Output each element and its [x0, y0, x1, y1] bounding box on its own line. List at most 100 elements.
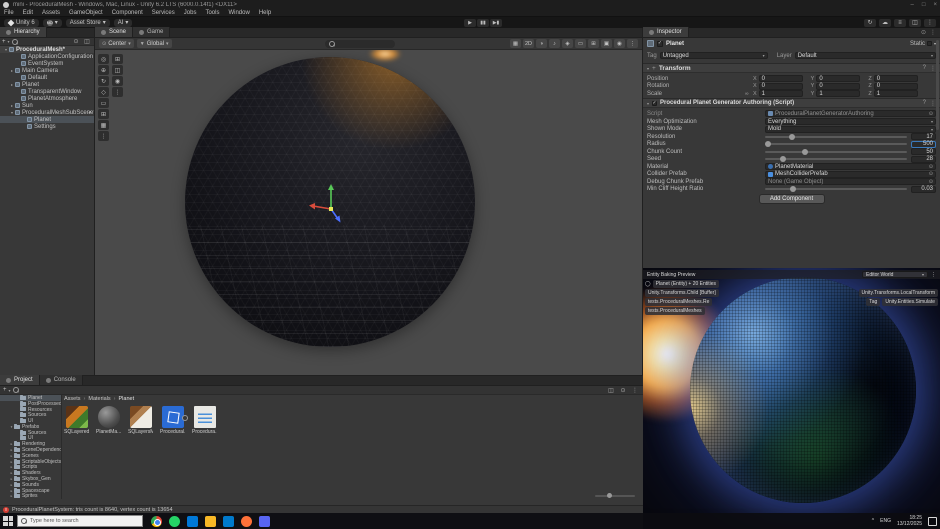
- object-picker-icon[interactable]: ⊙: [929, 164, 933, 170]
- menu-item[interactable]: Edit: [23, 10, 33, 16]
- view-tool[interactable]: ◎: [98, 54, 109, 64]
- position-y-field[interactable]: 0: [816, 75, 860, 82]
- breadcrumb-item[interactable]: Planet: [119, 396, 135, 402]
- language-indicator[interactable]: ENG: [880, 518, 891, 524]
- transform-tool[interactable]: ⊞: [98, 109, 109, 119]
- transform-header[interactable]: ▾ + Transform ? ⋮: [643, 63, 940, 73]
- thumbnail-size-slider[interactable]: [595, 495, 635, 497]
- position-x-field[interactable]: 0: [759, 75, 803, 82]
- resolution-slider[interactable]: [765, 136, 907, 138]
- custom-tool[interactable]: ▦: [98, 120, 109, 130]
- hierarchy-row[interactable]: ▾ ProceduralMesh*: [0, 46, 94, 53]
- rect-tool[interactable]: ▭: [98, 98, 109, 108]
- menu-item[interactable]: Help: [259, 10, 271, 16]
- scale-link-icon[interactable]: ∞: [745, 91, 753, 97]
- orient-gizmo[interactable]: ◉: [112, 76, 123, 86]
- material-object-field[interactable]: PlanetMaterial ⊙: [765, 163, 936, 170]
- lock-icon[interactable]: ⊙: [921, 29, 926, 36]
- scene-viewport[interactable]: ◎⊕↻◇▭⊞▦⋮ ⊞◫◉⋮: [95, 50, 642, 375]
- Procedura...[interactable]: Procedura...: [192, 406, 217, 452]
- play-button[interactable]: ▶: [464, 19, 476, 27]
- hierarchy-row[interactable]: Default: [0, 74, 94, 81]
- debug-chunk-prefab-field[interactable]: None (Game Object) ⊙: [765, 178, 936, 185]
- create-asset-button[interactable]: +: [3, 387, 7, 393]
- SQLayered...[interactable]: SQLayered...: [64, 406, 89, 452]
- hierarchy-row[interactable]: ▸ Main Camera: [0, 67, 94, 74]
- step-button[interactable]: ▶▮: [490, 19, 502, 27]
- menu-item[interactable]: Assets: [42, 10, 60, 16]
- radius-value[interactable]: 500: [911, 141, 936, 148]
- grid-snap-toggle[interactable]: ⊞: [112, 54, 123, 64]
- scene-visibility-icon[interactable]: ⊙: [71, 38, 81, 46]
- active-checkbox[interactable]: ✓: [657, 41, 663, 47]
- firefox-icon[interactable]: [241, 516, 252, 527]
- maximize-button[interactable]: □: [922, 2, 926, 8]
- rotation-x-field[interactable]: 0: [759, 83, 803, 90]
- hierarchy-row[interactable]: PlanetAtmosphere: [0, 95, 94, 102]
- hierarchy-row[interactable]: ▾ ProceduralMeshSubScene* ✓: [0, 109, 94, 116]
- hierarchy-row[interactable]: ▸ Sun: [0, 102, 94, 109]
- audio-toggle[interactable]: ♪: [549, 39, 560, 48]
- component-pill[interactable]: tests.ProceduralMeshes.Re: [645, 298, 712, 306]
- static-dropdown[interactable]: Static▾: [910, 41, 936, 47]
- seed-slider[interactable]: [765, 158, 907, 160]
- entity-preview-more-icon[interactable]: ⋮: [931, 272, 936, 278]
- add-component-button[interactable]: Add Component: [759, 194, 825, 204]
- layout-icon[interactable]: ◫: [909, 19, 921, 27]
- vscode-icon[interactable]: [223, 516, 234, 527]
- close-button[interactable]: ×: [933, 2, 937, 8]
- tab-project[interactable]: Project: [0, 375, 40, 385]
- inspector-scrollbar[interactable]: [936, 40, 939, 130]
- rotation-y-field[interactable]: 0: [816, 83, 860, 90]
- prefab-isolation-icon[interactable]: ◫: [82, 38, 92, 46]
- hidden-objects-toggle[interactable]: ▭: [575, 39, 586, 48]
- PlanetMa...[interactable]: PlanetMa...: [96, 406, 121, 452]
- pivot-dropdown[interactable]: ⊙Center▾: [99, 39, 134, 48]
- min-cliff-slider[interactable]: [765, 188, 907, 190]
- position-z-field[interactable]: 0: [874, 75, 918, 82]
- hierarchy-row[interactable]: ApplicationConfiguration: [0, 53, 94, 60]
- orientation-dropdown[interactable]: ▼Global▾: [137, 39, 172, 48]
- ai-dropdown[interactable]: AI▾: [114, 19, 133, 27]
- menu-item[interactable]: Services: [152, 10, 175, 16]
- object-name[interactable]: Planet: [666, 41, 684, 47]
- tab-console[interactable]: Console: [40, 375, 83, 385]
- radius-slider[interactable]: [765, 143, 907, 145]
- component-pill[interactable]: Unity.Entities.Simulate: [882, 298, 938, 306]
- grid-visibility-toggle[interactable]: ⊞: [588, 39, 599, 48]
- hierarchy-row[interactable]: EventSystem: [0, 60, 94, 67]
- search-by-type-icon[interactable]: ⊙: [618, 386, 628, 394]
- draw-mode-icon[interactable]: ▦: [510, 39, 521, 48]
- layers-icon[interactable]: ≡: [894, 19, 906, 27]
- create-object-button[interactable]: +: [2, 39, 6, 45]
- scene-more-icon[interactable]: ⋮: [627, 39, 638, 48]
- collider-prefab-field[interactable]: MeshColliderPrefab ⊙: [765, 171, 936, 178]
- hierarchy-row[interactable]: Settings: [0, 123, 94, 130]
- breadcrumb-item[interactable]: Assets: [64, 396, 81, 402]
- object-picker-icon[interactable]: ⊙: [929, 179, 933, 185]
- layer-dropdown[interactable]: Default▾: [795, 52, 936, 59]
- start-button[interactable]: [3, 516, 13, 526]
- hierarchy-row[interactable]: ▸ Planet: [0, 81, 94, 88]
- component-pill[interactable]: Unity.Transforms.LocalTransform: [859, 289, 938, 297]
- menu-item[interactable]: Component: [112, 10, 143, 16]
- breadcrumb-item[interactable]: Materials: [88, 396, 110, 402]
- seed-value[interactable]: 28: [911, 156, 936, 163]
- lighting-toggle[interactable]: ◑: [536, 39, 547, 48]
- scale-x-field[interactable]: 1: [759, 90, 803, 97]
- rotation-z-field[interactable]: 0: [874, 83, 918, 90]
- menu-item[interactable]: GameObject: [69, 10, 103, 16]
- discord-icon[interactable]: [259, 516, 270, 527]
- menu-item[interactable]: Tools: [205, 10, 219, 16]
- script-component-header[interactable]: ▾ ✓ Procedural Planet Generator Authorin…: [643, 98, 940, 108]
- minimize-button[interactable]: –: [911, 2, 914, 8]
- tab-hierarchy[interactable]: Hierarchy: [0, 27, 47, 37]
- hierarchy-row[interactable]: Planet: [0, 116, 94, 123]
- rotate-tool[interactable]: ↻: [98, 76, 109, 86]
- camera-settings-icon[interactable]: ▣: [601, 39, 612, 48]
- hierarchy-row[interactable]: TransparentWindow: [0, 88, 94, 95]
- component-pill[interactable]: Unity.Transforms.Child [Buffer]: [645, 289, 719, 297]
- tab-game[interactable]: Game: [133, 27, 170, 37]
- object-picker-icon[interactable]: ⊙: [929, 171, 933, 177]
- tab-scene[interactable]: Scene: [95, 27, 133, 37]
